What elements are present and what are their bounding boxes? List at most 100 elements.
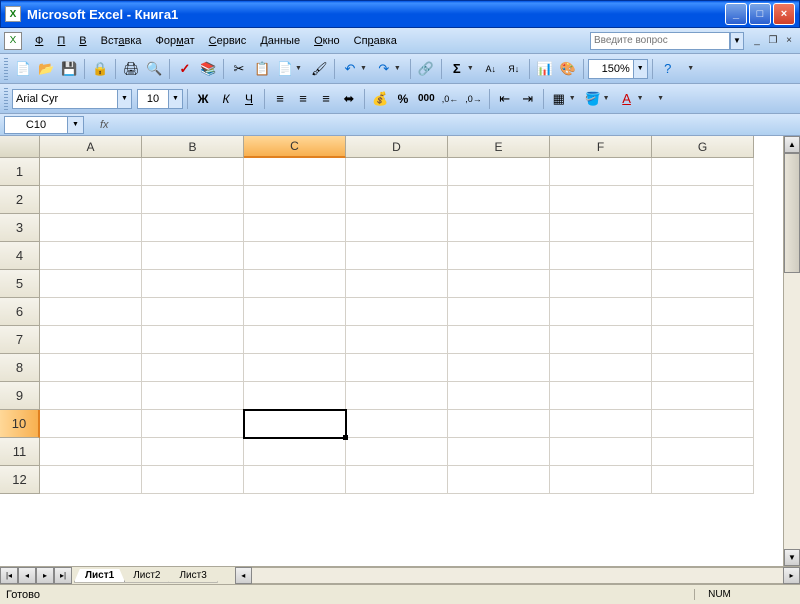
cell-B7[interactable] xyxy=(142,326,244,354)
cell-D9[interactable] xyxy=(346,382,448,410)
cell-G8[interactable] xyxy=(652,354,754,382)
cell-C6[interactable] xyxy=(244,298,346,326)
cell-C7[interactable] xyxy=(244,326,346,354)
toolbar-grip[interactable] xyxy=(4,58,8,80)
cell-G9[interactable] xyxy=(652,382,754,410)
cell-C10[interactable] xyxy=(244,410,346,438)
scroll-up-button[interactable]: ▲ xyxy=(784,136,800,153)
increase-indent-button[interactable]: ⇥ xyxy=(517,88,539,110)
new-button[interactable]: 📄 xyxy=(12,58,34,80)
help-search-input[interactable] xyxy=(590,32,730,50)
menu-view[interactable]: В xyxy=(72,32,93,50)
copy-button[interactable]: 📋 xyxy=(251,58,273,80)
cell-F2[interactable] xyxy=(550,186,652,214)
cell-F3[interactable] xyxy=(550,214,652,242)
cell-E11[interactable] xyxy=(448,438,550,466)
cell-C1[interactable] xyxy=(244,158,346,186)
cell-B10[interactable] xyxy=(142,410,244,438)
row-header-3[interactable]: 3 xyxy=(0,214,40,242)
horizontal-scrollbar[interactable]: ◂ ▸ xyxy=(235,567,800,584)
font-size-input[interactable] xyxy=(138,90,168,108)
cell-D8[interactable] xyxy=(346,354,448,382)
column-header-E[interactable]: E xyxy=(448,136,550,158)
column-header-D[interactable]: D xyxy=(346,136,448,158)
cell-C5[interactable] xyxy=(244,270,346,298)
cell-F4[interactable] xyxy=(550,242,652,270)
cell-G11[interactable] xyxy=(652,438,754,466)
menu-edit[interactable]: П xyxy=(50,32,72,50)
row-header-5[interactable]: 5 xyxy=(0,270,40,298)
increase-decimal-button[interactable]: ,0← xyxy=(439,88,462,110)
cell-F1[interactable] xyxy=(550,158,652,186)
italic-button[interactable]: К xyxy=(215,88,237,110)
minimize-button[interactable]: _ xyxy=(725,3,747,25)
zoom-dropdown-icon[interactable]: ▼ xyxy=(633,60,647,78)
autosum-button[interactable]: Σ▼ xyxy=(446,58,479,80)
menu-insert[interactable]: Вставка xyxy=(94,32,149,50)
cell-F11[interactable] xyxy=(550,438,652,466)
cell-F10[interactable] xyxy=(550,410,652,438)
cell-C12[interactable] xyxy=(244,466,346,494)
sheet-tab-Лист2[interactable]: Лист2 xyxy=(122,569,171,583)
sort-desc-button[interactable]: Я↓ xyxy=(503,58,525,80)
scroll-right-button[interactable]: ▸ xyxy=(783,567,800,584)
cell-B12[interactable] xyxy=(142,466,244,494)
align-left-button[interactable]: ≡ xyxy=(269,88,291,110)
borders-button[interactable]: ▦▼ xyxy=(548,88,581,110)
column-header-F[interactable]: F xyxy=(550,136,652,158)
cell-E6[interactable] xyxy=(448,298,550,326)
cell-F7[interactable] xyxy=(550,326,652,354)
cell-B1[interactable] xyxy=(142,158,244,186)
merge-center-button[interactable]: ⬌ xyxy=(338,88,360,110)
cell-E2[interactable] xyxy=(448,186,550,214)
cell-G5[interactable] xyxy=(652,270,754,298)
spellcheck-button[interactable]: ✓ xyxy=(174,58,196,80)
cell-G2[interactable] xyxy=(652,186,754,214)
doc-minimize-button[interactable]: _ xyxy=(750,34,764,48)
sheet-tab-Лист3[interactable]: Лист3 xyxy=(168,569,217,583)
menu-format[interactable]: Формат xyxy=(149,32,202,50)
cell-C3[interactable] xyxy=(244,214,346,242)
scroll-down-button[interactable]: ▼ xyxy=(784,549,800,566)
cell-A8[interactable] xyxy=(40,354,142,382)
scroll-track[interactable] xyxy=(784,153,800,549)
cell-A2[interactable] xyxy=(40,186,142,214)
scroll-thumb[interactable] xyxy=(784,153,800,273)
font-size-combo[interactable]: ▼ xyxy=(137,89,183,109)
cut-button[interactable]: ✂ xyxy=(228,58,250,80)
underline-button[interactable]: Ч xyxy=(238,88,260,110)
cell-E7[interactable] xyxy=(448,326,550,354)
align-right-button[interactable]: ≡ xyxy=(315,88,337,110)
column-header-G[interactable]: G xyxy=(652,136,754,158)
menu-data[interactable]: Данные xyxy=(253,32,307,50)
font-size-dropdown-icon[interactable]: ▼ xyxy=(168,90,182,108)
font-name-dropdown-icon[interactable]: ▼ xyxy=(117,90,131,108)
cell-E8[interactable] xyxy=(448,354,550,382)
cell-B5[interactable] xyxy=(142,270,244,298)
scroll-left-button[interactable]: ◂ xyxy=(235,567,252,584)
row-header-7[interactable]: 7 xyxy=(0,326,40,354)
cell-D6[interactable] xyxy=(346,298,448,326)
cell-G3[interactable] xyxy=(652,214,754,242)
tab-prev-button[interactable]: ◂ xyxy=(18,567,36,584)
cell-B6[interactable] xyxy=(142,298,244,326)
cell-G1[interactable] xyxy=(652,158,754,186)
toolbar-options-button[interactable]: ▼ xyxy=(650,88,672,110)
column-header-B[interactable]: B xyxy=(142,136,244,158)
font-color-button[interactable]: А▼ xyxy=(616,88,649,110)
maximize-button[interactable]: □ xyxy=(749,3,771,25)
cell-E5[interactable] xyxy=(448,270,550,298)
name-box-input[interactable] xyxy=(5,117,67,133)
cell-E4[interactable] xyxy=(448,242,550,270)
save-button[interactable]: 💾 xyxy=(58,58,80,80)
cell-A5[interactable] xyxy=(40,270,142,298)
cell-B8[interactable] xyxy=(142,354,244,382)
chart-wizard-button[interactable]: 📊 xyxy=(534,58,556,80)
select-all-button[interactable] xyxy=(0,136,40,158)
name-box[interactable]: ▼ xyxy=(4,116,84,134)
cell-A12[interactable] xyxy=(40,466,142,494)
cell-D12[interactable] xyxy=(346,466,448,494)
tab-last-button[interactable]: ▸| xyxy=(54,567,72,584)
cell-D4[interactable] xyxy=(346,242,448,270)
currency-button[interactable]: 💰 xyxy=(369,88,391,110)
